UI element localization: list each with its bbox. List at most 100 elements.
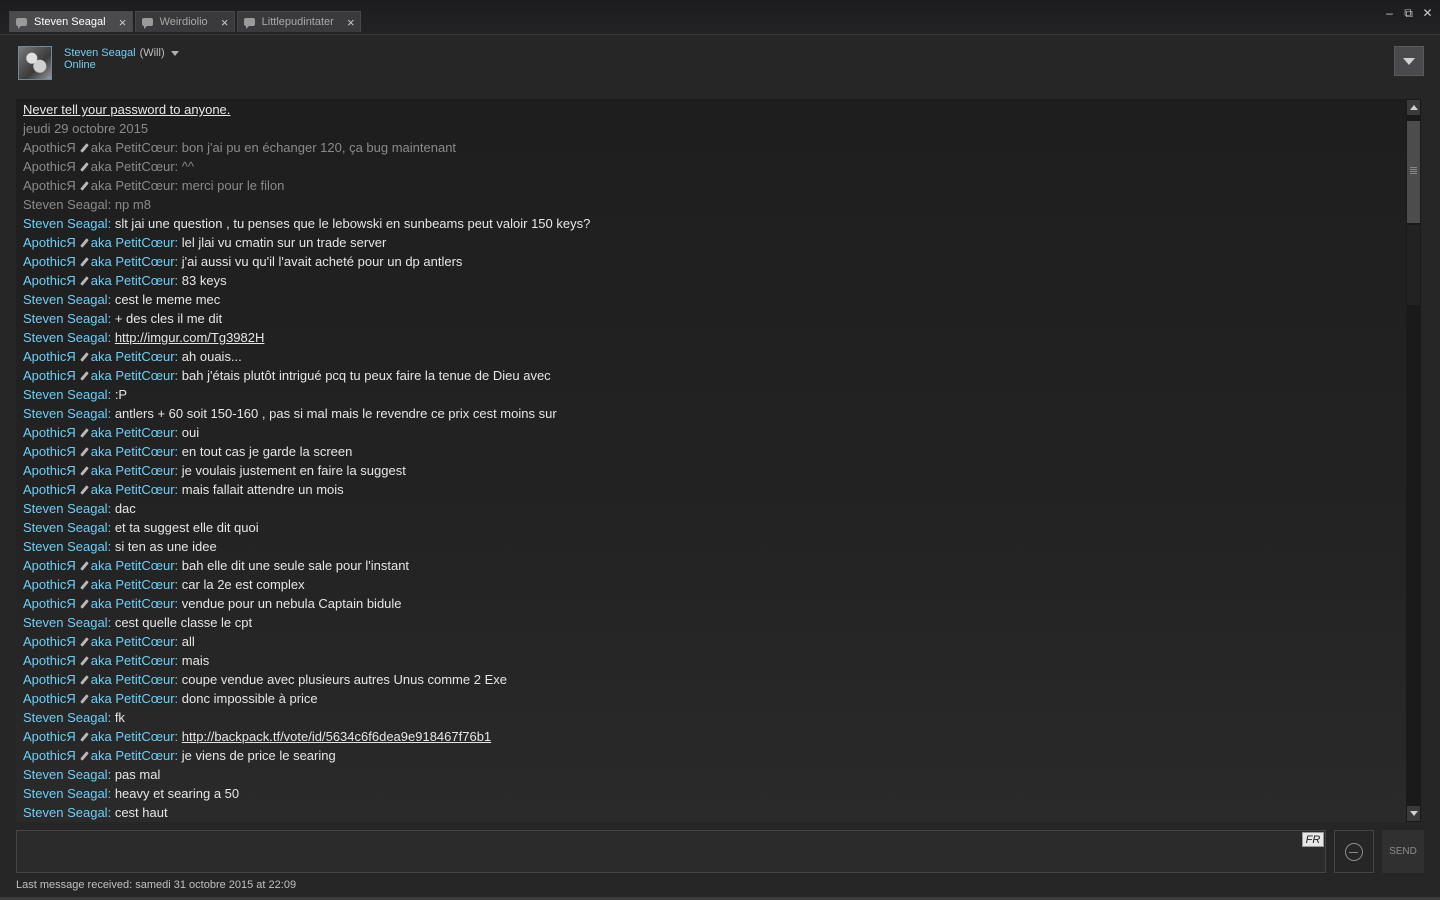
- message-link[interactable]: http://backpack.tf/vote/id/5634c6f6dea9e…: [182, 729, 491, 744]
- minimize-icon[interactable]: –: [1383, 6, 1396, 20]
- chat-message: Steven Seagal: antlers + 60 soit 150-160…: [23, 404, 590, 423]
- sender-name[interactable]: ApothicЯ: [23, 729, 76, 744]
- sender-name[interactable]: ApothicЯ: [23, 482, 76, 497]
- sender-name[interactable]: Steven Seagal:: [23, 406, 111, 421]
- sender-name[interactable]: ApothicЯ: [23, 140, 76, 155]
- chat-message: ApothicЯ aka PetitCœur: ah ouais...: [23, 347, 590, 366]
- warning-text[interactable]: Never tell your password to anyone.: [23, 102, 230, 117]
- sender-name[interactable]: ApothicЯ: [23, 159, 76, 174]
- scroll-thumb[interactable]: [1407, 121, 1420, 223]
- maximize-icon[interactable]: ⧉: [1402, 6, 1415, 20]
- name-tag-icon: [79, 637, 89, 647]
- name-tag-icon: [79, 694, 89, 704]
- emoticon-button[interactable]: [1334, 830, 1374, 873]
- name-tag-icon: [79, 561, 89, 571]
- sender-name[interactable]: Steven Seagal:: [23, 501, 111, 516]
- sender-name[interactable]: Steven Seagal:: [23, 292, 111, 307]
- close-tab-icon[interactable]: ×: [220, 16, 230, 29]
- sender-name[interactable]: ApothicЯ: [23, 634, 76, 649]
- chat-message: ApothicЯ aka PetitCœur: merci pour le fil…: [23, 176, 590, 195]
- chat-log: Never tell your password to anyone. jeud…: [16, 99, 1406, 822]
- chat-message: ApothicЯ aka PetitCœur: http://backpack.t…: [23, 727, 590, 746]
- sender-name[interactable]: Steven Seagal:: [23, 387, 111, 402]
- sender-name[interactable]: Steven Seagal:: [23, 805, 111, 820]
- tab-label: Weirdiolio: [159, 16, 208, 28]
- name-tag-icon: [79, 599, 89, 609]
- message-text: slt jai une question , tu penses que le …: [114, 216, 591, 231]
- message-text: donc impossible à price: [181, 691, 318, 706]
- sender-name[interactable]: Steven Seagal:: [23, 197, 111, 212]
- chat-message: ApothicЯ aka PetitCœur: ^^: [23, 157, 590, 176]
- message-text: mais: [181, 653, 210, 668]
- chat-message: ApothicЯ aka PetitCœur: donc impossible à…: [23, 689, 590, 708]
- sender-name[interactable]: Steven Seagal:: [23, 330, 111, 345]
- chat-scrollbar[interactable]: [1406, 99, 1421, 822]
- sender-name[interactable]: Steven Seagal:: [23, 710, 111, 725]
- sender-name[interactable]: Steven Seagal:: [23, 539, 111, 554]
- sender-name[interactable]: ApothicЯ: [23, 444, 76, 459]
- sender-name[interactable]: ApothicЯ: [23, 273, 76, 288]
- message-link[interactable]: http://imgur.com/Tg3982H: [115, 330, 265, 345]
- message-text: antlers + 60 soit 150-160 , pas si mal m…: [114, 406, 557, 421]
- sender-name[interactable]: ApothicЯ: [23, 368, 76, 383]
- name-tag-icon: [79, 352, 89, 362]
- sender-name[interactable]: Steven Seagal:: [23, 311, 111, 326]
- chat-message: Steven Seagal: fk: [23, 708, 590, 727]
- chat-message: Steven Seagal: et ta suggest elle dit qu…: [23, 518, 590, 537]
- friend-name[interactable]: Steven Seagal (Will): [64, 47, 179, 59]
- sender-name[interactable]: ApothicЯ: [23, 653, 76, 668]
- sender-name[interactable]: Steven Seagal:: [23, 216, 111, 231]
- name-tag-icon: [79, 656, 89, 666]
- chat-options-button[interactable]: [1394, 46, 1424, 76]
- sender-name[interactable]: ApothicЯ: [23, 254, 76, 269]
- name-tag-icon: [79, 143, 89, 153]
- chat-message: Steven Seagal: + des cles il me dit: [23, 309, 590, 328]
- close-tab-icon[interactable]: ×: [118, 16, 128, 29]
- sender-name[interactable]: ApothicЯ: [23, 425, 76, 440]
- sender-aka: aka PetitCœur:: [90, 691, 179, 706]
- sender-name[interactable]: ApothicЯ: [23, 558, 76, 573]
- chevron-down-icon[interactable]: [170, 50, 179, 56]
- message-text: si ten as une idee: [114, 539, 217, 554]
- sender-name[interactable]: Steven Seagal:: [23, 767, 111, 782]
- sender-aka: aka PetitCœur:: [90, 273, 179, 288]
- chat-message: Steven Seagal: dac: [23, 499, 590, 518]
- chat-message: Steven Seagal: slt jai une question , tu…: [23, 214, 590, 233]
- sender-aka: aka PetitCœur:: [90, 634, 179, 649]
- chat-message: ApothicЯ aka PetitCœur: j'ai aussi vu qu'…: [23, 252, 590, 271]
- sender-name[interactable]: Steven Seagal:: [23, 520, 111, 535]
- chat-bubble-icon: [141, 18, 153, 29]
- name-tag-icon: [79, 257, 89, 267]
- sender-name[interactable]: ApothicЯ: [23, 577, 76, 592]
- scroll-track: [1407, 225, 1420, 305]
- chat-lines: Never tell your password to anyone. jeud…: [23, 100, 590, 822]
- sender-name[interactable]: ApothicЯ: [23, 235, 76, 250]
- chat-message: ApothicЯ aka PetitCœur: vendue pour un ne…: [23, 594, 590, 613]
- message-text: je voulais justement en faire la suggest: [181, 463, 406, 478]
- sender-name[interactable]: ApothicЯ: [23, 349, 76, 364]
- scroll-down-button[interactable]: [1407, 806, 1420, 821]
- close-tab-icon[interactable]: ×: [346, 16, 356, 29]
- chat-message: Steven Seagal: http://imgur.com/Tg3982H: [23, 328, 590, 347]
- tab-weirdiolio[interactable]: Weirdiolio ×: [134, 11, 235, 32]
- sender-name[interactable]: ApothicЯ: [23, 596, 76, 611]
- sender-aka: aka PetitCœur:: [90, 159, 179, 174]
- close-window-icon[interactable]: ✕: [1421, 6, 1434, 20]
- name-tag-icon: [79, 447, 89, 457]
- sender-name[interactable]: Steven Seagal:: [23, 786, 111, 801]
- sender-name[interactable]: ApothicЯ: [23, 463, 76, 478]
- message-input[interactable]: [16, 830, 1326, 873]
- sender-name[interactable]: ApothicЯ: [23, 748, 76, 763]
- avatar[interactable]: [18, 46, 52, 80]
- sender-aka: aka PetitCœur:: [90, 178, 179, 193]
- sender-name[interactable]: ApothicЯ: [23, 178, 76, 193]
- scroll-up-button[interactable]: [1407, 100, 1420, 115]
- sender-name[interactable]: ApothicЯ: [23, 691, 76, 706]
- sender-name[interactable]: ApothicЯ: [23, 672, 76, 687]
- tab-steven-seagal[interactable]: Steven Seagal ×: [9, 11, 133, 32]
- sender-aka: aka PetitCœur:: [90, 425, 179, 440]
- send-button[interactable]: SEND: [1382, 830, 1424, 873]
- tab-littlepudintater[interactable]: Littlepudintater ×: [236, 11, 361, 32]
- last-message-received: Last message received: samedi 31 octobre…: [16, 879, 297, 891]
- sender-name[interactable]: Steven Seagal:: [23, 615, 111, 630]
